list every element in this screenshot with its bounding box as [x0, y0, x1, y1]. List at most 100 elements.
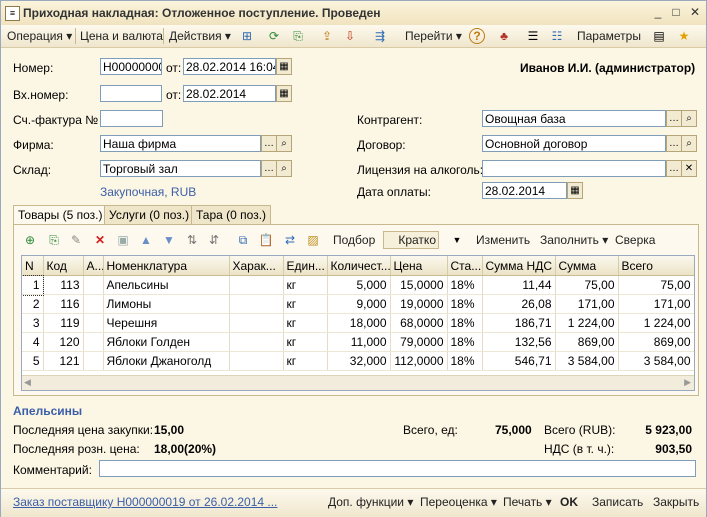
column-header[interactable]: Един...	[283, 256, 328, 276]
table-cell[interactable]: 18,000	[327, 313, 391, 333]
table-cell[interactable]: 3 584,00	[555, 351, 619, 371]
table-cell[interactable]: Черешня	[103, 313, 230, 333]
table-cell[interactable]: 18%	[447, 294, 483, 314]
parameters-button[interactable]: Параметры	[577, 28, 641, 44]
table-cell[interactable]	[83, 332, 104, 352]
table-cell[interactable]: кг	[283, 351, 328, 371]
select-ellipsis-button[interactable]: …	[261, 160, 277, 177]
dropdown-arrow-icon[interactable]: ▼	[449, 232, 465, 248]
table-cell[interactable]: Лимоны	[103, 294, 230, 314]
table-cell[interactable]: 19,0000	[390, 294, 448, 314]
table-cell[interactable]: 116	[43, 294, 84, 314]
save-button[interactable]: Записать	[592, 494, 643, 510]
copy-row-icon[interactable]: ⎘	[46, 232, 62, 248]
add-icon[interactable]: ⊞	[239, 28, 255, 44]
price-type-link[interactable]: Закупочная, RUB	[100, 185, 196, 199]
table-cell[interactable]: 18%	[447, 351, 483, 371]
table-cell[interactable]: 1	[22, 274, 44, 296]
structure-icon[interactable]: ⇶	[372, 28, 388, 44]
tab-goods[interactable]: Товары (5 поз.)	[13, 205, 108, 225]
number-field[interactable]: Н000000000	[100, 58, 162, 75]
table-cell[interactable]: 3	[22, 313, 44, 333]
table-cell[interactable]: 113	[43, 275, 84, 295]
select-button[interactable]: Подбор	[333, 232, 375, 248]
table-cell[interactable]	[229, 313, 284, 333]
table-cell[interactable]: 1 224,00	[618, 313, 694, 333]
extra-functions-menu[interactable]: Доп. функции ▾	[328, 494, 413, 510]
table-cell[interactable]: Яблоки Джаноголд	[103, 351, 230, 371]
table-cell[interactable]	[83, 294, 104, 314]
select-ellipsis-button[interactable]: …	[261, 135, 277, 152]
reconcile-button[interactable]: Сверка	[615, 232, 655, 248]
select-ellipsis-button[interactable]: …	[666, 110, 682, 127]
table-cell[interactable]: 68,0000	[390, 313, 448, 333]
checklist-icon[interactable]: ☷	[549, 28, 565, 44]
journal-icon[interactable]: ▤	[651, 28, 667, 44]
operation-menu[interactable]: Операция ▾	[7, 28, 72, 44]
select-ellipsis-button[interactable]: …	[666, 160, 682, 177]
table-cell[interactable]: 1 224,00	[555, 313, 619, 333]
license-field[interactable]	[482, 160, 666, 177]
column-header[interactable]: Сумма	[555, 256, 619, 276]
contractor-field[interactable]: Овощная база	[482, 110, 666, 127]
firm-field[interactable]: Наша фирма	[100, 135, 261, 152]
list-icon[interactable]: ☰	[525, 28, 541, 44]
table-cell[interactable]: кг	[283, 332, 328, 352]
column-header[interactable]: N	[22, 256, 44, 276]
goods-table[interactable]: N Код А... Номенклатура Харак... Един... Колич…	[21, 255, 695, 391]
contract-field[interactable]: Основной договор	[482, 135, 666, 152]
table-cell[interactable]: 171,00	[555, 294, 619, 314]
edit-row-icon[interactable]: ✎	[68, 232, 84, 248]
table-row[interactable]: 3 119 Черешня кг 18,000 68,0000 18% 186,71 1 224…	[22, 313, 694, 333]
search-icon[interactable]: ⌕	[276, 135, 292, 152]
close-form-button[interactable]: Закрыть	[653, 494, 699, 510]
table-cell[interactable]: 32,000	[327, 351, 391, 371]
help-icon[interactable]: ?	[469, 28, 485, 44]
invoice-field[interactable]	[100, 110, 163, 127]
move-up-icon[interactable]: ▲	[138, 232, 154, 248]
table-cell[interactable]: 5,000	[327, 275, 391, 295]
clipboard-icon[interactable]: ▨	[305, 232, 321, 248]
favorite-star-icon[interactable]: ★	[676, 28, 692, 44]
column-header[interactable]: Код	[43, 256, 84, 276]
table-cell[interactable]: 26,08	[482, 294, 556, 314]
table-cell[interactable]: 18%	[447, 332, 483, 352]
table-cell[interactable]: 11,000	[327, 332, 391, 352]
table-cell[interactable]: 2	[22, 294, 44, 314]
minimize-button[interactable]: _	[650, 5, 666, 20]
table-cell[interactable]: 186,71	[482, 313, 556, 333]
price-currency-button[interactable]: Цена и валюта	[80, 28, 163, 44]
search-icon[interactable]: ⌕	[276, 160, 292, 177]
table-cell[interactable]	[229, 351, 284, 371]
horizontal-scrollbar[interactable]: ◀ ▶	[22, 375, 694, 390]
table-cell[interactable]: 75,00	[618, 275, 694, 295]
sort-descending-icon[interactable]: ⇵	[206, 232, 222, 248]
copy-icon[interactable]: ⧉	[235, 232, 251, 248]
revaluation-menu[interactable]: Переоценка ▾	[420, 494, 497, 510]
table-cell[interactable]: 132,56	[482, 332, 556, 352]
copy-icon[interactable]: ⎘	[290, 28, 306, 44]
table-cell[interactable]: Яблоки Голден	[103, 332, 230, 352]
paste-icon[interactable]: 📋	[258, 232, 274, 248]
delete-row-icon[interactable]: ✕	[92, 232, 108, 248]
scroll-right-icon[interactable]: ▶	[684, 377, 691, 388]
actions-menu[interactable]: Действия ▾	[169, 28, 231, 44]
table-row[interactable]: 1 113 Апельсины кг 5,000 15,0000 18% 11,44 75,00…	[22, 274, 694, 296]
table-cell[interactable]	[83, 313, 104, 333]
table-cell[interactable]: 11,44	[482, 275, 556, 295]
table-row[interactable]: 4 120 Яблоки Голден кг 11,000 79,0000 18% 132,5…	[22, 332, 694, 352]
scroll-left-icon[interactable]: ◀	[24, 377, 31, 388]
post-icon[interactable]: ⇪	[319, 28, 335, 44]
search-icon[interactable]: ⌕	[681, 110, 697, 127]
column-header[interactable]: Сумма НДС	[482, 256, 556, 276]
table-cell[interactable]: 112,0000	[390, 351, 448, 371]
close-button[interactable]: ✕	[687, 5, 703, 20]
column-header[interactable]: Всего	[618, 256, 694, 276]
table-cell[interactable]: 546,71	[482, 351, 556, 371]
tab-containers[interactable]: Тара (0 поз.)	[191, 205, 272, 224]
brief-toggle[interactable]: Кратко	[383, 231, 439, 249]
table-row[interactable]: 5 121 Яблоки Джаноголд кг 32,000 112,0000 18% 5…	[22, 351, 694, 371]
fill-menu[interactable]: Заполнить ▾	[540, 232, 608, 248]
transfer-icon[interactable]: ⇄	[282, 232, 298, 248]
column-header[interactable]: А...	[83, 256, 104, 276]
